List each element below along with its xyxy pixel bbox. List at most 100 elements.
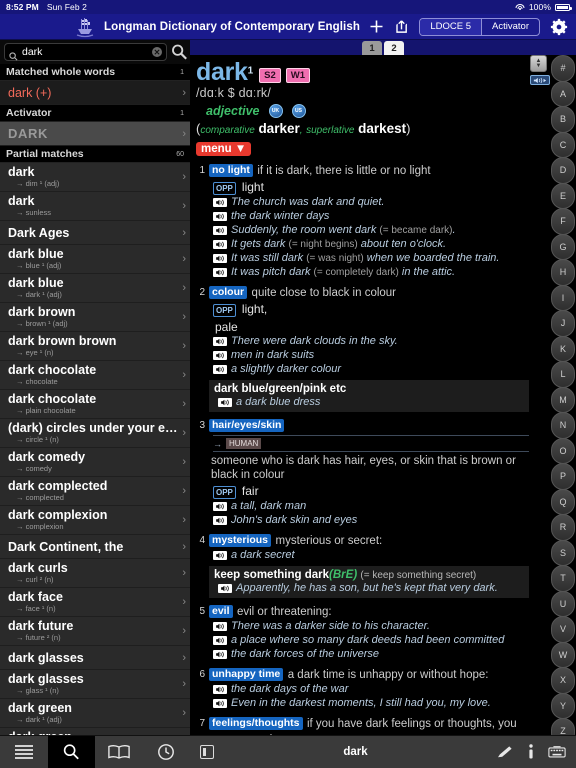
segment-activator[interactable]: Activator	[482, 19, 539, 35]
list-item[interactable]: dark curls→ curl ² (n)›	[0, 559, 190, 588]
list-item[interactable]: dark future→ future ² (n)›	[0, 617, 190, 646]
sense-signpost[interactable]: evil	[209, 605, 233, 618]
sense-signpost[interactable]: feelings/thoughts	[209, 717, 303, 730]
opp-word[interactable]: light,	[242, 302, 267, 316]
speaker-icon[interactable]	[213, 351, 227, 360]
page-tab-2[interactable]: 2	[384, 41, 404, 55]
speaker-icon[interactable]	[218, 584, 232, 593]
share-icon[interactable]	[394, 19, 409, 34]
alpha-index-m[interactable]: M	[551, 387, 575, 414]
alpha-index-i[interactable]: I	[551, 285, 575, 312]
alpha-index-r[interactable]: R	[551, 514, 575, 541]
book-icon[interactable]	[95, 736, 143, 768]
us-audio-icon[interactable]: US	[292, 104, 306, 118]
alpha-index-p[interactable]: P	[551, 463, 575, 490]
alpha-index-h[interactable]: H	[551, 259, 575, 286]
speaker-icon[interactable]	[213, 685, 227, 694]
opp-word[interactable]: light	[242, 180, 264, 194]
alpha-index-c[interactable]: C	[551, 132, 575, 159]
sidebar-toggle-icon[interactable]	[200, 745, 214, 759]
speaker-icon[interactable]	[213, 699, 227, 708]
sense-signpost[interactable]: hair/eyes/skin	[209, 419, 284, 432]
speaker-icon[interactable]	[213, 268, 227, 277]
list-item[interactable]: Dark Continent, the›	[0, 535, 190, 559]
plus-icon[interactable]	[369, 19, 384, 34]
alpha-index-b[interactable]: B	[551, 106, 575, 133]
alpha-index-g[interactable]: G	[551, 234, 575, 261]
speaker-icon[interactable]	[213, 212, 227, 221]
speaker-icon[interactable]	[213, 226, 227, 235]
pencil-icon[interactable]	[497, 745, 514, 760]
alpha-index-f[interactable]: F	[551, 208, 575, 235]
scroll-updown-button[interactable]: ▲▼	[530, 55, 547, 72]
menu-button[interactable]: menu ▼	[196, 142, 251, 156]
cross-reference[interactable]: →HUMAN	[213, 435, 529, 452]
history-icon[interactable]	[143, 736, 191, 768]
list-item[interactable]: dark comedy→ comedy›	[0, 448, 190, 477]
speaker-icon[interactable]	[213, 337, 227, 346]
sense-signpost[interactable]: unhappy time	[209, 668, 283, 681]
list-item[interactable]: Dark Ages›	[0, 221, 190, 245]
alpha-index-v[interactable]: V	[551, 616, 575, 643]
list-item[interactable]: dark green→ dark ¹ (adj)›	[0, 699, 190, 728]
alpha-index-q[interactable]: Q	[551, 489, 575, 516]
alpha-index-e[interactable]: E	[551, 183, 575, 210]
list-item[interactable]: dark chocolate→ plain chocolate›	[0, 390, 190, 419]
list-item[interactable]: dark complexion→ complexion›	[0, 506, 190, 535]
alphabet-index[interactable]: #ABCDEFGHIJKLMNOPQRSTUVWXYZ	[551, 55, 575, 744]
search-input[interactable]: dark ✕	[4, 43, 167, 61]
info-icon[interactable]	[524, 744, 538, 760]
magnifier-button[interactable]	[170, 43, 188, 61]
speaker-icon[interactable]	[213, 198, 227, 207]
keyboard-icon[interactable]	[548, 745, 566, 759]
alpha-index-y[interactable]: Y	[551, 693, 575, 720]
alpha-index-u[interactable]: U	[551, 591, 575, 618]
speaker-icon[interactable]	[213, 636, 227, 645]
list-item[interactable]: (dark) circles under your eyes→ circle ¹…	[0, 419, 190, 448]
sense-signpost[interactable]: no light	[209, 164, 253, 177]
gear-icon[interactable]	[550, 18, 568, 36]
list-item[interactable]: dark glasses›	[0, 646, 190, 670]
alpha-index-hash[interactable]: #	[551, 55, 575, 82]
list-item[interactable]: dark glasses→ glass ¹ (n)›	[0, 670, 190, 699]
list-item[interactable]: dark brown brown→ eye ¹ (n)›	[0, 332, 190, 361]
sidebar-result-list[interactable]: Matched whole words1dark (+)›Activator1D…	[0, 64, 190, 748]
speaker-icon[interactable]	[213, 365, 227, 374]
list-item[interactable]: dark complected→ complected›	[0, 477, 190, 506]
alpha-index-j[interactable]: J	[551, 310, 575, 337]
dictionary-segmented-control[interactable]: LDOCE 5 Activator	[419, 18, 540, 36]
list-item[interactable]: dark brown→ brown ¹ (adj)›	[0, 303, 190, 332]
sense-signpost[interactable]: colour	[209, 286, 247, 299]
speaker-icon[interactable]	[213, 516, 227, 525]
speaker-icon[interactable]	[213, 240, 227, 249]
speaker-icon[interactable]	[213, 622, 227, 631]
search-icon[interactable]	[48, 736, 96, 768]
list-item[interactable]: dark→ dim ¹ (adj)›	[0, 163, 190, 192]
alpha-index-o[interactable]: O	[551, 438, 575, 465]
segment-ldoce5[interactable]: LDOCE 5	[420, 19, 482, 35]
list-item[interactable]: dark face→ face ¹ (n)›	[0, 588, 190, 617]
alpha-index-t[interactable]: T	[551, 565, 575, 592]
sense-signpost[interactable]: mysterious	[209, 534, 271, 547]
clear-search-icon[interactable]: ✕	[152, 47, 162, 57]
list-item[interactable]: dark (+)›	[0, 81, 190, 105]
alpha-index-a[interactable]: A	[551, 81, 575, 108]
alpha-index-w[interactable]: W	[551, 642, 575, 669]
list-item[interactable]: dark blue→ blue ¹ (adj)›	[0, 245, 190, 274]
list-item[interactable]: dark chocolate→ chocolate›	[0, 361, 190, 390]
list-item[interactable]: DARK›	[0, 122, 190, 146]
speaker-icon[interactable]	[213, 502, 227, 511]
alpha-index-x[interactable]: X	[551, 667, 575, 694]
speaker-icon[interactable]	[213, 254, 227, 263]
alpha-index-n[interactable]: N	[551, 412, 575, 439]
alpha-index-s[interactable]: S	[551, 540, 575, 567]
speaker-icon[interactable]	[213, 551, 227, 560]
list-item[interactable]: dark blue→ dark ¹ (adj)›	[0, 274, 190, 303]
alpha-index-l[interactable]: L	[551, 361, 575, 388]
menu-icon[interactable]	[0, 736, 48, 768]
speaker-icon[interactable]	[218, 398, 232, 407]
alpha-index-d[interactable]: D	[551, 157, 575, 184]
uk-audio-icon[interactable]: UK	[269, 104, 283, 118]
speaker-icon[interactable]	[213, 650, 227, 659]
page-tab-1[interactable]: 1	[362, 41, 382, 55]
